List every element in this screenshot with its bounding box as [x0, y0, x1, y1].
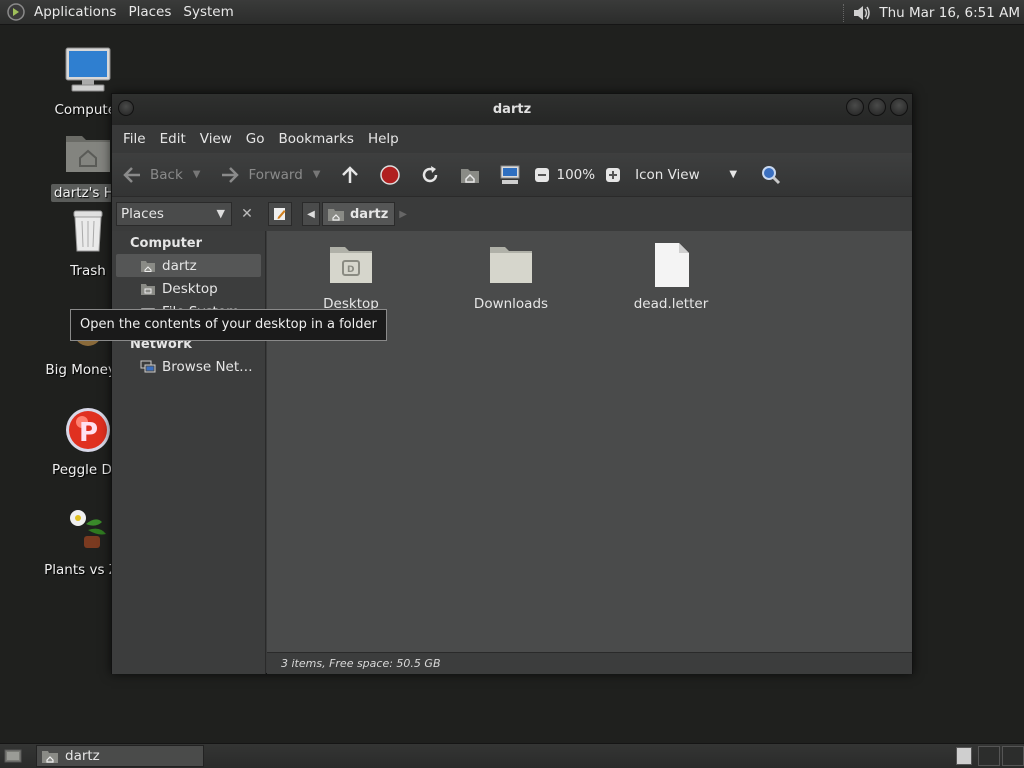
- sidebar-heading-computer: Computer: [130, 236, 203, 251]
- places-sidebar: Computer dartz Desktop File System Netwo…: [112, 231, 266, 674]
- distro-logo-icon[interactable]: [6, 2, 26, 22]
- breadcrumb-scroll-right-button[interactable]: ▶: [399, 209, 415, 220]
- file-name: Downloads: [473, 296, 549, 312]
- sidebar-item-browse-network[interactable]: Browse Net…: [112, 355, 265, 378]
- bottom-panel: dartz: [0, 743, 1024, 768]
- file-item-dead-letter[interactable]: dead.letter: [611, 241, 731, 312]
- file-item-downloads[interactable]: Downloads: [451, 241, 571, 312]
- stop-icon[interactable]: [378, 163, 402, 187]
- zoom-level[interactable]: 100%: [556, 167, 595, 183]
- computer-icon: [65, 47, 111, 92]
- trash-icon: [73, 210, 103, 252]
- menu-view[interactable]: View: [193, 131, 239, 147]
- file-name: dead.letter: [633, 296, 709, 312]
- tooltip: Open the contents of your desktop in a f…: [70, 309, 387, 341]
- view-mode-combo[interactable]: Icon View ▼: [629, 167, 741, 183]
- workspace-3[interactable]: [1002, 746, 1024, 766]
- computer-icon[interactable]: [498, 163, 522, 187]
- view-mode-label: Icon View: [635, 166, 700, 183]
- taskbar-item-dartz[interactable]: dartz: [36, 745, 204, 767]
- toggle-location-entry-button[interactable]: [268, 202, 292, 226]
- home-icon[interactable]: [458, 163, 482, 187]
- svg-text:P: P: [79, 418, 98, 448]
- forward-button[interactable]: Forward ▼: [218, 163, 320, 187]
- applications-menu[interactable]: Applications: [28, 4, 122, 20]
- forward-label: Forward: [248, 166, 303, 183]
- zoom-in-icon[interactable]: [601, 163, 625, 187]
- workspace-1[interactable]: [956, 747, 972, 765]
- close-button[interactable]: [890, 98, 908, 116]
- sidebar-item-label: dartz: [162, 257, 197, 274]
- close-sidebar-button[interactable]: ✕: [236, 203, 258, 225]
- reload-icon[interactable]: [418, 163, 442, 187]
- workspace-2[interactable]: [978, 746, 1000, 766]
- minimize-button[interactable]: [846, 98, 864, 116]
- sidebar-selector-label: Places: [121, 206, 164, 222]
- edit-pencil-icon: [274, 208, 286, 220]
- toolbar: Back ▼ Forward ▼ 100% Icon View ▼: [112, 153, 912, 197]
- back-history-dropdown-icon[interactable]: ▼: [193, 169, 201, 180]
- svg-text:D: D: [347, 265, 354, 275]
- location-bar: Places ▼ ✕ ◀ dartz ▶: [112, 197, 912, 231]
- forward-history-dropdown-icon[interactable]: ▼: [313, 169, 321, 180]
- home-folder-icon: [42, 751, 58, 763]
- breadcrumb-label: dartz: [350, 206, 389, 222]
- file-view[interactable]: D Desktop Downloads dead.letter: [267, 231, 912, 652]
- back-label: Back: [150, 166, 183, 183]
- peggle-icon: P: [66, 408, 110, 452]
- breadcrumb-scroll-left-button[interactable]: ◀: [302, 202, 320, 226]
- sidebar-item-label: Desktop: [162, 280, 218, 297]
- back-arrow-icon: [123, 166, 140, 183]
- menu-go[interactable]: Go: [239, 131, 272, 147]
- panel-separator: [843, 3, 847, 22]
- show-desktop-button[interactable]: [2, 746, 24, 766]
- desktop-folder-icon: D: [330, 247, 372, 283]
- plants-vs-zombies-icon: [70, 510, 106, 548]
- forward-arrow-icon: [222, 166, 240, 183]
- menubar: File Edit View Go Bookmarks Help: [112, 125, 912, 153]
- file-manager-window: dartz File Edit View Go Bookmarks Help B…: [111, 93, 913, 674]
- home-folder-icon: [66, 136, 110, 172]
- home-folder-icon: [328, 209, 344, 221]
- volume-icon[interactable]: [851, 3, 873, 23]
- desktop-folder-icon: [141, 283, 155, 295]
- sidebar-item-desktop[interactable]: Desktop: [112, 277, 265, 300]
- chevron-down-icon: ▼: [216, 207, 225, 220]
- back-button[interactable]: Back ▼: [120, 163, 200, 187]
- breadcrumb-home[interactable]: dartz: [322, 202, 396, 226]
- menu-bookmarks[interactable]: Bookmarks: [272, 131, 361, 147]
- folder-icon: [490, 247, 532, 283]
- status-bar: 3 items, Free space: 50.5 GB: [267, 652, 912, 674]
- taskbar-item-label: dartz: [65, 748, 100, 764]
- network-icon: [140, 360, 156, 372]
- show-desktop-icon: [4, 749, 22, 763]
- zoom-out-icon[interactable]: [530, 163, 554, 187]
- sidebar-item-label: Browse Net…: [162, 358, 253, 375]
- clock[interactable]: Thu Mar 16, 6:51 AM: [873, 5, 1024, 21]
- top-panel: Applications Places System Thu Mar 16, 6…: [0, 0, 1024, 25]
- sidebar-selector-combo[interactable]: Places ▼: [116, 202, 232, 226]
- menu-file[interactable]: File: [116, 131, 153, 147]
- up-arrow-icon[interactable]: [338, 163, 362, 187]
- menu-edit[interactable]: Edit: [153, 131, 193, 147]
- places-menu[interactable]: Places: [122, 4, 177, 20]
- text-file-icon: [655, 243, 689, 287]
- window-titlebar[interactable]: dartz: [112, 94, 912, 125]
- window-title: dartz: [492, 102, 532, 117]
- sidebar-item-dartz[interactable]: dartz: [116, 254, 261, 277]
- workspace-switcher: [954, 746, 1024, 766]
- menu-help[interactable]: Help: [361, 131, 406, 147]
- system-menu[interactable]: System: [177, 4, 239, 20]
- view-mode-dropdown-icon: ▼: [729, 169, 738, 180]
- file-item-desktop[interactable]: D Desktop: [291, 241, 411, 312]
- home-folder-icon: [141, 260, 155, 272]
- window-menu-button[interactable]: [118, 100, 134, 116]
- search-icon[interactable]: [759, 163, 783, 187]
- maximize-button[interactable]: [868, 98, 886, 116]
